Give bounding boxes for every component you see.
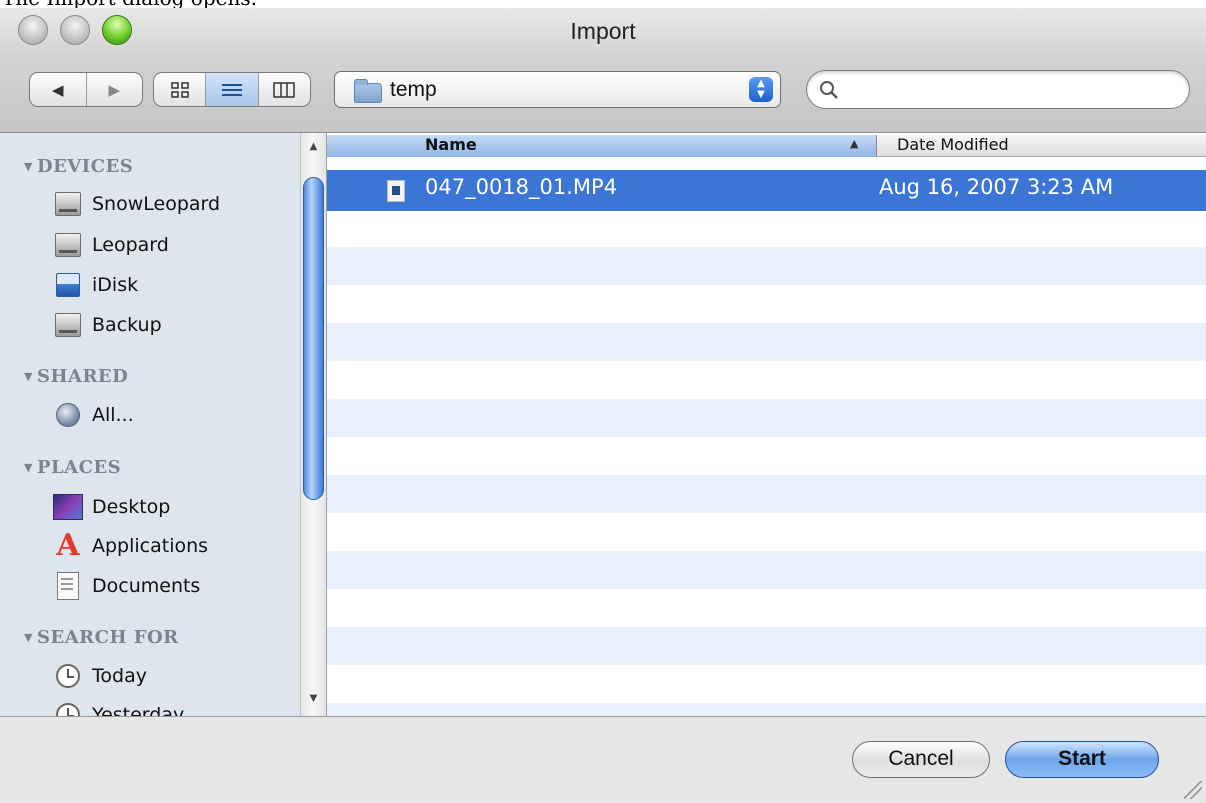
dialog-footer: Cancel Start (0, 716, 1206, 803)
sidebar-item-backup[interactable]: Backup (52, 309, 162, 341)
forward-arrow-icon: ▶ (108, 80, 121, 99)
file-list: Name ▲ Date Modified 047_0018_01.MP4 Aug… (327, 133, 1206, 716)
sidebar-item-all[interactable]: All... (52, 399, 134, 431)
hard-drive-icon (55, 233, 81, 257)
disclosure-triangle-icon: ▼ (24, 370, 33, 383)
start-button[interactable]: Start (1005, 741, 1159, 778)
list-view-icon (221, 83, 242, 96)
window-title: Import (570, 18, 636, 44)
sidebar-scrollbar[interactable]: ▲ ▼ (300, 133, 327, 716)
hard-drive-icon (55, 313, 81, 337)
idisk-icon (56, 273, 80, 297)
search-input[interactable] (847, 77, 1181, 103)
column-header-name[interactable]: Name (327, 135, 877, 157)
sidebar-item-applications[interactable]: A Applications (52, 530, 208, 562)
forward-button[interactable]: ▶ (85, 73, 143, 106)
folder-icon (354, 79, 382, 103)
sidebar-item-idisk[interactable]: iDisk (52, 269, 138, 301)
column-header-date-modified[interactable]: Date Modified (897, 135, 1009, 154)
sidebar-item-desktop[interactable]: Desktop (52, 491, 170, 523)
sidebar-section-places[interactable]: ▼ PLACES (24, 457, 121, 478)
file-date-modified: Aug 16, 2007 3:23 AM (879, 175, 1114, 199)
documents-icon (57, 572, 79, 600)
column-header-row: Name ▲ Date Modified (327, 135, 1206, 157)
back-forward-control: ◀ ▶ (29, 72, 143, 107)
sidebar-section-search-for[interactable]: ▼ SEARCH FOR (24, 627, 179, 648)
back-button[interactable]: ◀ (30, 73, 86, 106)
location-label: temp (390, 78, 437, 101)
scrollbar-thumb[interactable] (303, 177, 324, 500)
hard-drive-icon (55, 192, 81, 216)
sidebar-item-leopard[interactable]: Leopard (52, 229, 169, 261)
sidebar: ▼ DEVICES SnowLeopard Leopard iDisk Backu… (0, 133, 300, 716)
cancel-button[interactable]: Cancel (852, 741, 990, 778)
applications-icon: A (56, 528, 80, 563)
location-popup[interactable]: temp ▲ ▼ (334, 71, 781, 108)
resize-grip-icon[interactable] (1184, 781, 1202, 799)
search-field[interactable] (806, 70, 1190, 109)
list-view-button[interactable] (205, 73, 258, 106)
disclosure-triangle-icon: ▼ (24, 461, 33, 474)
title-toolbar: Import ◀ ▶ temp ▲ ▼ (0, 8, 1206, 133)
sidebar-item-yesterday[interactable]: Yesterday (52, 699, 184, 716)
column-view-button[interactable] (257, 73, 310, 106)
clock-icon (56, 664, 80, 688)
sort-ascending-icon: ▲ (850, 137, 859, 150)
disclosure-triangle-icon: ▼ (24, 160, 33, 173)
file-name: 047_0018_01.MP4 (425, 175, 618, 199)
popup-stepper-icon: ▲ ▼ (749, 77, 773, 102)
movie-file-icon (387, 180, 405, 202)
sidebar-item-snowleopard[interactable]: SnowLeopard (52, 188, 220, 220)
icon-view-button[interactable] (154, 73, 205, 106)
import-dialog: Import ◀ ▶ temp ▲ ▼ ▼ DEVICES SnowLeopar… (0, 8, 1206, 803)
back-arrow-icon: ◀ (51, 80, 64, 99)
network-globe-icon (56, 403, 80, 427)
scroll-up-arrow-icon[interactable]: ▲ (301, 141, 326, 152)
sidebar-item-today[interactable]: Today (52, 660, 147, 692)
sidebar-item-documents[interactable]: Documents (52, 570, 200, 602)
disclosure-triangle-icon: ▼ (24, 631, 33, 644)
file-row[interactable]: 047_0018_01.MP4 Aug 16, 2007 3:23 AM (327, 170, 1206, 211)
column-view-icon (273, 81, 296, 98)
sidebar-section-devices[interactable]: ▼ DEVICES (24, 156, 133, 177)
scroll-down-arrow-icon[interactable]: ▼ (301, 693, 326, 704)
clock-icon (56, 703, 80, 716)
desktop-icon (53, 494, 83, 520)
search-icon (820, 81, 838, 99)
sidebar-section-shared[interactable]: ▼ SHARED (24, 366, 128, 387)
view-mode-control (153, 72, 311, 107)
icon-view-icon (170, 81, 189, 98)
